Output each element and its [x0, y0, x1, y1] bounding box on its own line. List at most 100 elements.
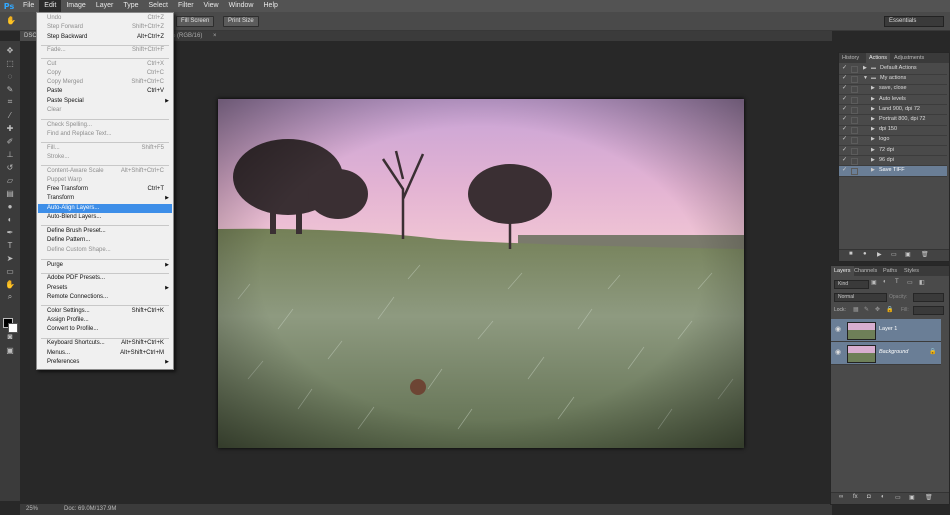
menu-item-fill[interactable]: Fill... Shift+F5 — [38, 144, 172, 153]
menu-item-define-custom-shape[interactable]: Define Custom Shape... — [38, 246, 172, 255]
expand-triangle-icon[interactable]: ▶ — [871, 166, 875, 176]
lock-all-icon[interactable]: 🔒 — [886, 306, 893, 313]
menu-file[interactable]: File — [18, 0, 39, 12]
layer-row-layer-1[interactable]: ◉ Layer 1 — [831, 319, 941, 342]
menu-item-undo[interactable]: Undo Ctrl+Z — [38, 14, 172, 23]
menu-item-assign-profile[interactable]: Assign Profile... — [38, 316, 172, 325]
history-brush-tool-icon[interactable]: ↺ — [4, 162, 16, 172]
brush-tool-icon[interactable]: ✐ — [4, 136, 16, 146]
crop-tool-icon[interactable]: ⌗ — [4, 97, 16, 107]
record-icon[interactable]: ● — [863, 251, 867, 257]
tab-history[interactable]: History — [839, 53, 862, 63]
menu-item-copy[interactable]: Copy Ctrl+C — [38, 69, 172, 78]
path-select-tool-icon[interactable]: ➤ — [4, 253, 16, 263]
check-icon[interactable]: ✓ — [842, 166, 847, 176]
menu-edit[interactable]: Edit — [39, 0, 62, 12]
dialog-toggle[interactable] — [851, 106, 858, 114]
check-icon[interactable]: ✓ — [842, 84, 847, 94]
new-action-icon[interactable]: ▣ — [905, 251, 911, 258]
menu-item-clear[interactable]: Clear — [38, 106, 172, 115]
zoom-tool-icon[interactable]: ⌕ — [4, 292, 16, 302]
dialog-toggle[interactable] — [851, 137, 858, 145]
expand-triangle-icon[interactable]: ▶ — [871, 95, 875, 105]
print-size-button[interactable]: Print Size — [223, 16, 259, 27]
menu-item-copy-merged[interactable]: Copy Merged Shift+Ctrl+C — [38, 78, 172, 87]
menu-item-find-and-replace-text[interactable]: Find and Replace Text... — [38, 130, 172, 139]
menu-item-content-aware-scale[interactable]: Content-Aware Scale Alt+Shift+Ctrl+C — [38, 167, 172, 176]
action-row[interactable]: ✓ ▶ 72 dpi — [839, 146, 947, 157]
expand-triangle-icon[interactable]: ▶ — [871, 146, 875, 156]
dialog-toggle[interactable] — [851, 76, 858, 84]
action-row[interactable]: ✓ ▼ ▬ My actions — [839, 74, 947, 85]
expand-triangle-icon[interactable]: ▶ — [871, 105, 875, 115]
move-tool-icon[interactable]: ✥ — [4, 45, 16, 55]
dialog-toggle[interactable] — [851, 66, 858, 73]
menu-type[interactable]: Type — [118, 0, 143, 12]
expand-triangle-icon[interactable]: ▶ — [871, 156, 875, 166]
quick-mask-icon[interactable]: ◙ — [4, 331, 16, 341]
menu-item-free-transform[interactable]: Free Transform Ctrl+T — [38, 185, 172, 194]
blur-tool-icon[interactable]: ● — [4, 201, 16, 211]
tab-styles[interactable]: Styles — [901, 266, 922, 276]
check-icon[interactable]: ✓ — [842, 125, 847, 135]
filter-smart-icon[interactable]: ◧ — [919, 279, 925, 286]
menu-filter[interactable]: Filter — [173, 0, 199, 12]
menu-image[interactable]: Image — [61, 0, 90, 12]
action-row[interactable]: ✓ ▶ Auto levels — [839, 95, 947, 106]
menu-item-fade[interactable]: Fade... Shift+Ctrl+F — [38, 46, 172, 55]
new-layer-icon[interactable]: ▣ — [909, 494, 915, 501]
pen-tool-icon[interactable]: ✒ — [4, 227, 16, 237]
layer-row-background[interactable]: ◉ Background 🔒 — [831, 342, 941, 365]
menu-item-presets[interactable]: Presets ▶ — [38, 284, 172, 293]
check-icon[interactable]: ✓ — [842, 64, 847, 74]
menu-item-step-backward[interactable]: Step Backward Alt+Ctrl+Z — [38, 33, 172, 42]
gradient-tool-icon[interactable]: ▤ — [4, 188, 16, 198]
action-row[interactable]: ✓ ▶ Save TIFF — [839, 166, 947, 177]
healing-tool-icon[interactable]: ✚ — [4, 123, 16, 133]
expand-triangle-icon[interactable]: ▶ — [871, 135, 875, 145]
menu-item-puppet-warp[interactable]: Puppet Warp — [38, 176, 172, 185]
zoom-level[interactable]: 25% — [26, 506, 38, 512]
filter-adjustment-icon[interactable]: ◐ — [883, 279, 887, 285]
lock-transparent-icon[interactable]: ▦ — [853, 306, 859, 313]
menu-item-purge[interactable]: Purge ▶ — [38, 261, 172, 270]
expand-triangle-icon[interactable]: ▶ — [871, 84, 875, 94]
check-icon[interactable]: ✓ — [842, 156, 847, 166]
action-row[interactable]: ✓ ▶ logo — [839, 135, 947, 146]
tab-channels[interactable]: Channels — [851, 266, 880, 276]
document-image[interactable] — [218, 99, 744, 448]
new-group-icon[interactable]: ▭ — [895, 494, 901, 501]
menu-item-auto-blend-layers[interactable]: Auto-Blend Layers... — [38, 213, 172, 222]
dialog-toggle[interactable] — [851, 147, 858, 155]
menu-item-keyboard-shortcuts[interactable]: Keyboard Shortcuts... Alt+Shift+Ctrl+K — [38, 339, 172, 348]
menu-item-paste-special[interactable]: Paste Special ▶ — [38, 97, 172, 106]
marquee-tool-icon[interactable]: ⬚ — [4, 58, 16, 68]
menu-select[interactable]: Select — [144, 0, 173, 12]
menu-item-paste[interactable]: Paste Ctrl+V — [38, 87, 172, 96]
delete-action-icon[interactable]: 🗑 — [921, 251, 929, 258]
eye-icon[interactable]: ◉ — [835, 325, 841, 333]
expand-triangle-icon[interactable]: ▶ — [863, 64, 867, 74]
menu-item-stroke[interactable]: Stroke... — [38, 153, 172, 162]
action-row[interactable]: ✓ ▶ Land 900, dpi 72 — [839, 105, 947, 116]
menu-item-remote-connections[interactable]: Remote Connections... — [38, 293, 172, 302]
dialog-toggle[interactable] — [851, 117, 858, 124]
eyedropper-tool-icon[interactable]: ⁄ — [4, 110, 16, 120]
dialog-toggle[interactable] — [851, 157, 858, 165]
dialog-toggle[interactable] — [851, 127, 858, 135]
menu-item-adobe-pdf-presets[interactable]: Adobe PDF Presets... — [38, 274, 172, 283]
check-icon[interactable]: ✓ — [842, 146, 847, 156]
delete-layer-icon[interactable]: 🗑 — [925, 494, 933, 501]
filter-shape-icon[interactable]: ▭ — [907, 279, 913, 286]
expand-triangle-icon[interactable]: ▶ — [871, 115, 875, 125]
type-tool-icon[interactable]: T — [4, 240, 16, 250]
expand-triangle-icon[interactable]: ▶ — [871, 125, 875, 135]
menu-window[interactable]: Window — [224, 0, 259, 12]
tab-paths[interactable]: Paths — [880, 266, 900, 276]
menu-item-cut[interactable]: Cut Ctrl+X — [38, 60, 172, 69]
screen-mode-icon[interactable]: ▣ — [4, 345, 16, 355]
check-icon[interactable]: ✓ — [842, 115, 847, 125]
check-icon[interactable]: ✓ — [842, 105, 847, 115]
filter-type-icon[interactable]: T — [895, 279, 899, 285]
link-layers-icon[interactable]: ∞ — [839, 494, 843, 500]
